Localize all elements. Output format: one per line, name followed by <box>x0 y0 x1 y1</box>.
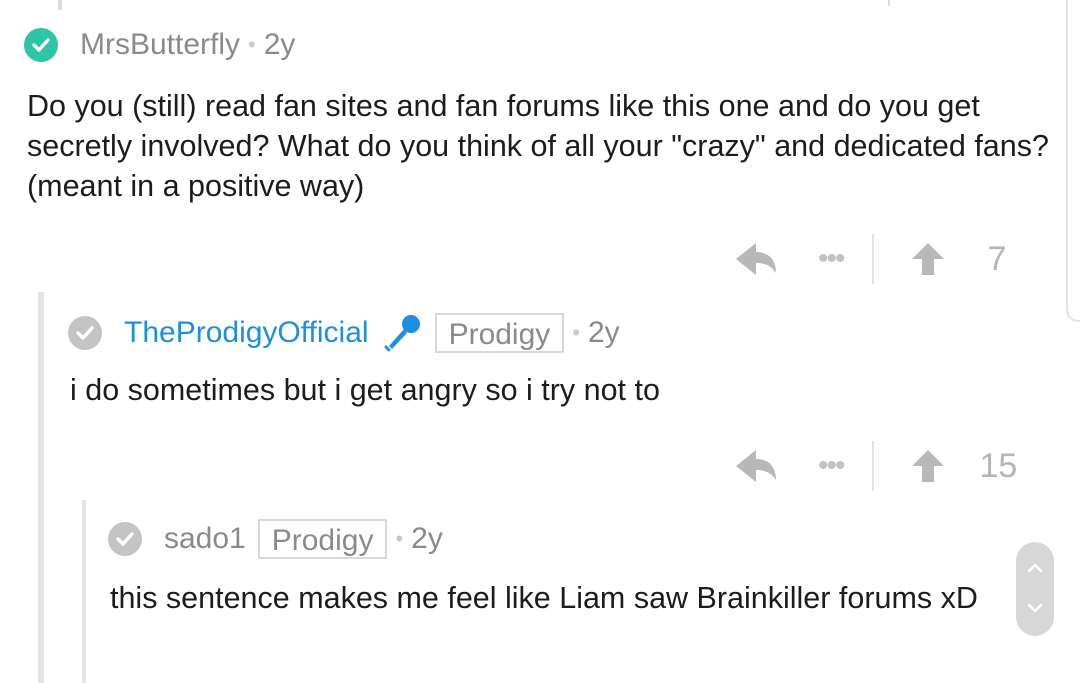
action-divider <box>871 441 874 491</box>
divider-top <box>888 0 890 6</box>
separator: • <box>248 32 256 57</box>
thread-line <box>38 292 44 683</box>
comment-age: 2y <box>263 28 296 61</box>
more-icon[interactable]: ••• <box>818 242 845 276</box>
scroll-nav-button[interactable] <box>1016 542 1054 636</box>
comment-body: Do you (still) read fan sites and fan fo… <box>27 89 1049 203</box>
comment-actions: ••• 7 <box>734 234 1044 284</box>
comment-age: 2y <box>411 522 443 555</box>
comment-header: TheProdigyOfficial Prodigy • 2y <box>68 312 620 354</box>
chevron-up-icon[interactable] <box>1027 560 1043 578</box>
upvote-arrow-icon[interactable] <box>910 241 946 277</box>
comment-body: i do sometimes but i get angry so i try … <box>70 373 660 407</box>
reply-arrow-icon[interactable] <box>734 446 778 486</box>
username[interactable]: MrsButterfly <box>80 28 240 62</box>
chevron-down-icon[interactable] <box>1027 600 1043 618</box>
vote-count: 7 <box>987 239 1007 278</box>
comment-body: this sentence makes me feel like Liam sa… <box>110 581 978 615</box>
check-icon <box>68 316 102 350</box>
upvote-arrow-icon[interactable] <box>910 448 946 484</box>
user-flair: Prodigy <box>257 519 388 559</box>
vote-count: 15 <box>979 446 1018 485</box>
comment-age: 2y <box>587 316 620 349</box>
comment-header: MrsButterfly • 2y <box>24 28 295 62</box>
thread-line-top <box>58 0 62 10</box>
reply-arrow-icon[interactable] <box>734 239 778 279</box>
check-icon <box>108 522 142 556</box>
separator: • <box>572 320 580 345</box>
check-icon <box>24 28 58 62</box>
comment-actions: ••• 15 <box>734 441 1044 491</box>
comment-header: sado1 Prodigy • 2y <box>108 519 443 559</box>
microphone-icon <box>381 312 423 354</box>
thread-line-nested <box>82 500 86 683</box>
separator: • <box>395 526 404 551</box>
username[interactable]: TheProdigyOfficial <box>124 316 369 350</box>
user-flair: Prodigy <box>434 313 565 353</box>
action-divider <box>871 234 874 284</box>
username[interactable]: sado1 <box>164 522 246 556</box>
more-icon[interactable]: ••• <box>818 449 845 483</box>
panel-edge <box>1066 0 1080 322</box>
